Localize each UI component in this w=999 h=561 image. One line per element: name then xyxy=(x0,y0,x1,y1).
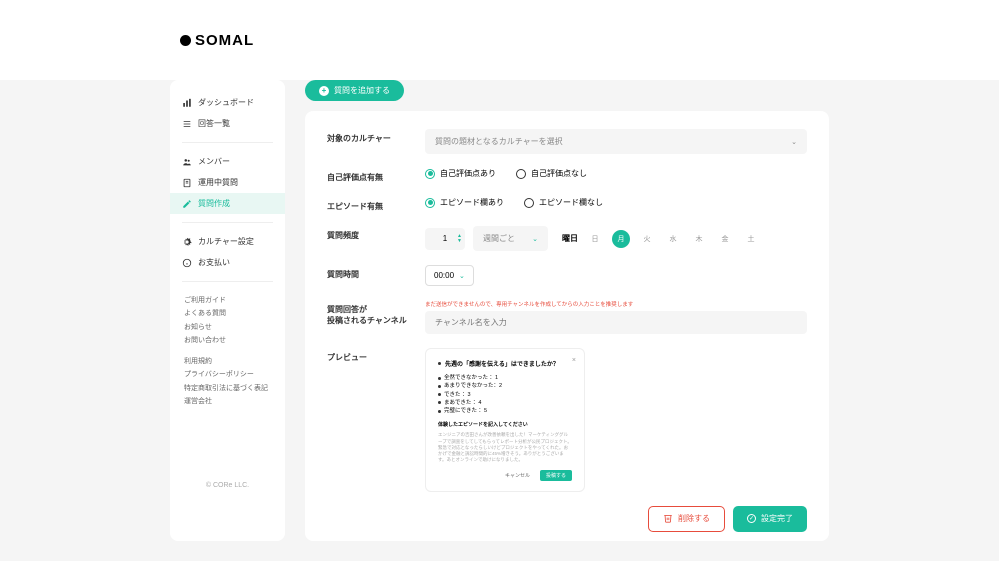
sidebar-item-label: カルチャー設定 xyxy=(198,236,254,247)
preview-label: プレビュー xyxy=(327,348,407,363)
sidebar-item-label: 質問作成 xyxy=(198,198,230,209)
day-wed[interactable]: 水 xyxy=(664,230,682,248)
logo-dot-icon xyxy=(180,35,191,46)
info-icon xyxy=(182,258,192,268)
brand-logo: SOMAL xyxy=(180,32,254,49)
preview-body: エンジニアの吉田さんが改善依頼を出した！マーケティンググループで調査をしてしても… xyxy=(438,432,572,463)
channel-warning: まだ送信ができませんので、専用チャンネルを作成してからの入力ことを推奨します xyxy=(425,300,807,308)
radio-unchecked-icon xyxy=(524,198,534,208)
trash-icon xyxy=(663,513,673,525)
chevron-down-icon: ⌄ xyxy=(532,235,538,243)
time-select[interactable]: 00:00 ⌄ xyxy=(425,265,474,286)
brand-text: SOMAL xyxy=(195,32,254,49)
day-sun[interactable]: 日 xyxy=(586,230,604,248)
confirm-button[interactable]: ✓ 設定完了 xyxy=(733,506,807,532)
sidebar-item-answers[interactable]: 回答一覧 xyxy=(170,113,285,134)
preview-title-text: 先週の「感謝を伝える」はできましたか？ xyxy=(445,359,559,368)
chevron-down-icon: ⌄ xyxy=(791,138,797,146)
sidebar-item-label: メンバー xyxy=(198,156,230,167)
culture-placeholder: 質問の題材となるカルチャーを選択 xyxy=(435,136,563,147)
sidebar-item-label: 回答一覧 xyxy=(198,118,230,129)
link-guide[interactable]: ご利用ガイド xyxy=(184,294,271,307)
sidebar-item-payment[interactable]: お支払い xyxy=(170,252,285,273)
close-icon[interactable]: × xyxy=(572,357,576,364)
list-icon xyxy=(182,119,192,129)
link-commerce-law[interactable]: 特定商取引法に基づく表記 xyxy=(184,382,271,395)
plus-icon: + xyxy=(319,86,329,96)
bullet-icon xyxy=(438,362,441,365)
sidebar-item-members[interactable]: メンバー xyxy=(170,151,285,172)
chevron-down-icon: ⌄ xyxy=(459,272,465,280)
radio-checked-icon xyxy=(425,198,435,208)
sidebar: ダッシュボード 回答一覧 メンバー 運用中質問 質問作成 カルチャー設定 お支払… xyxy=(170,80,285,541)
frequency-label: 質問頻度 xyxy=(327,226,407,241)
weekday-label: 曜日 xyxy=(562,233,578,244)
preview-submit-button[interactable]: 投稿する xyxy=(540,470,572,481)
frequency-count-input[interactable]: 1 ▲ ▼ xyxy=(425,228,465,250)
preview-cancel-button[interactable]: キャンセル xyxy=(499,470,536,481)
link-terms[interactable]: 利用規約 xyxy=(184,355,271,368)
episode-yes-radio[interactable]: エピソード欄あり xyxy=(425,197,504,208)
sidebar-item-dashboard[interactable]: ダッシュボード xyxy=(170,92,285,113)
link-faq[interactable]: よくある質問 xyxy=(184,307,271,320)
copyright: © CORe LLC. xyxy=(170,482,285,489)
members-icon xyxy=(182,157,192,167)
frequency-unit-select[interactable]: 週間ごと ⌄ xyxy=(473,226,548,251)
self-eval-no-radio[interactable]: 自己評価点なし xyxy=(516,168,587,179)
doc-icon xyxy=(182,178,192,188)
radio-unchecked-icon xyxy=(516,169,526,179)
preview-options: 全然できなかった ：1 あまりできなかった：2 できた ：3 まあできた ：4 … xyxy=(438,374,572,415)
gear-icon xyxy=(182,237,192,247)
channel-label: 質問回答が 投稿されるチャンネル xyxy=(327,300,407,326)
chart-icon xyxy=(182,98,192,108)
episode-no-radio[interactable]: エピソード欄なし xyxy=(524,197,603,208)
check-circle-icon: ✓ xyxy=(747,514,756,523)
episode-label: エピソード有無 xyxy=(327,197,407,212)
link-contact[interactable]: お問い合わせ xyxy=(184,334,271,347)
sidebar-item-label: 運用中質問 xyxy=(198,177,238,188)
sidebar-item-label: ダッシュボード xyxy=(198,97,254,108)
header: SOMAL xyxy=(0,0,999,80)
add-question-button[interactable]: + 質問を追加する xyxy=(305,80,404,101)
time-label: 質問時間 xyxy=(327,265,407,280)
sidebar-help-links: ご利用ガイド よくある質問 お知らせ お問い合わせ xyxy=(170,290,285,351)
spinner-down-icon[interactable]: ▼ xyxy=(457,239,462,244)
sidebar-item-culture-settings[interactable]: カルチャー設定 xyxy=(170,231,285,252)
sidebar-legal-links: 利用規約 プライバシーポリシー 特定商取引法に基づく表記 運営会社 xyxy=(170,351,285,412)
link-privacy[interactable]: プライバシーポリシー xyxy=(184,368,271,381)
day-fri[interactable]: 金 xyxy=(716,230,734,248)
main-content: + 質問を追加する 対象のカルチャー 質問の題材となるカルチャーを選択 ⌄ 自己… xyxy=(305,80,829,541)
question-form-card: 対象のカルチャー 質問の題材となるカルチャーを選択 ⌄ 自己評価点有無 自己評価… xyxy=(305,111,829,541)
preview-box: × 先週の「感謝を伝える」はできましたか？ 全然できなかった ：1 あまりできな… xyxy=(425,348,585,492)
self-eval-label: 自己評価点有無 xyxy=(327,168,407,183)
link-company[interactable]: 運営会社 xyxy=(184,395,271,408)
day-sat[interactable]: 土 xyxy=(742,230,760,248)
day-tue[interactable]: 火 xyxy=(638,230,656,248)
channel-input[interactable] xyxy=(425,311,807,334)
add-button-label: 質問を追加する xyxy=(334,85,390,96)
delete-button[interactable]: 削除する xyxy=(648,506,725,532)
sidebar-item-create-question[interactable]: 質問作成 xyxy=(170,193,285,214)
preview-episode-prompt: 体験したエピソードを記入してください xyxy=(438,421,572,428)
self-eval-yes-radio[interactable]: 自己評価点あり xyxy=(425,168,496,179)
culture-select[interactable]: 質問の題材となるカルチャーを選択 ⌄ xyxy=(425,129,807,154)
day-mon[interactable]: 月 xyxy=(612,230,630,248)
radio-checked-icon xyxy=(425,169,435,179)
culture-label: 対象のカルチャー xyxy=(327,129,407,144)
link-news[interactable]: お知らせ xyxy=(184,321,271,334)
pencil-icon xyxy=(182,199,192,209)
day-thu[interactable]: 木 xyxy=(690,230,708,248)
sidebar-item-label: お支払い xyxy=(198,257,230,268)
sidebar-item-active-questions[interactable]: 運用中質問 xyxy=(170,172,285,193)
